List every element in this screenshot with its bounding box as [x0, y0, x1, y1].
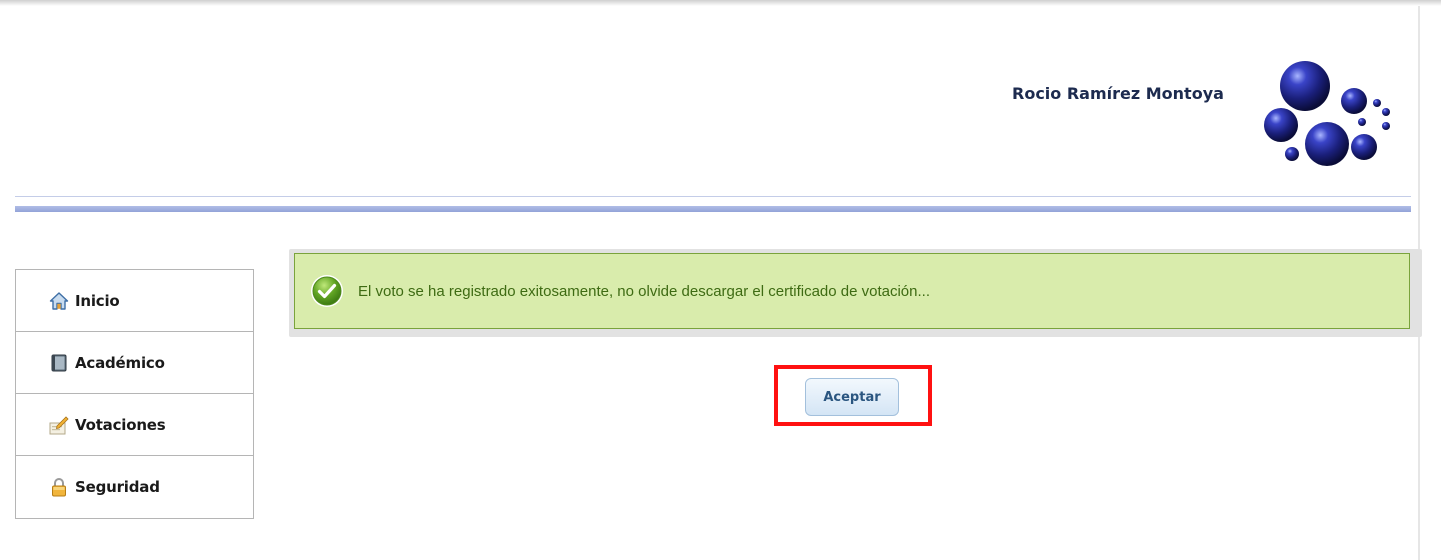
header-divider: [15, 196, 1411, 197]
user-name: Rocio Ramírez Montoya: [1012, 84, 1224, 103]
sidebar-item-inicio[interactable]: Inicio: [16, 270, 253, 332]
sidebar-item-label: Seguridad: [75, 478, 160, 496]
accept-button[interactable]: Aceptar: [805, 378, 899, 416]
page: Rocio Ramírez Montoya Inicio Académico V…: [0, 0, 1441, 560]
book-icon: [49, 353, 69, 373]
success-message: El voto se ha registrado exitosamente, n…: [294, 253, 1410, 329]
sidebar-item-label: Votaciones: [75, 415, 166, 434]
sidebar-item-votaciones[interactable]: Votaciones: [16, 394, 253, 456]
success-message-text: El voto se ha registrado exitosamente, n…: [358, 282, 930, 300]
success-check-icon: [311, 275, 343, 307]
sidebar-item-seguridad[interactable]: Seguridad: [16, 456, 253, 518]
sidebar-item-academico[interactable]: Académico: [16, 332, 253, 394]
lock-icon: [49, 477, 69, 497]
logo-icon: [1264, 61, 1390, 166]
home-icon: [49, 291, 69, 311]
top-rule: [0, 0, 1441, 6]
sidebar-menu: Inicio Académico Votaciones Seguridad: [15, 269, 254, 519]
sidebar-item-label: Inicio: [75, 291, 120, 310]
sidebar-item-label: Académico: [75, 353, 165, 372]
ballot-icon: [49, 415, 69, 435]
header-bar: [15, 206, 1411, 212]
